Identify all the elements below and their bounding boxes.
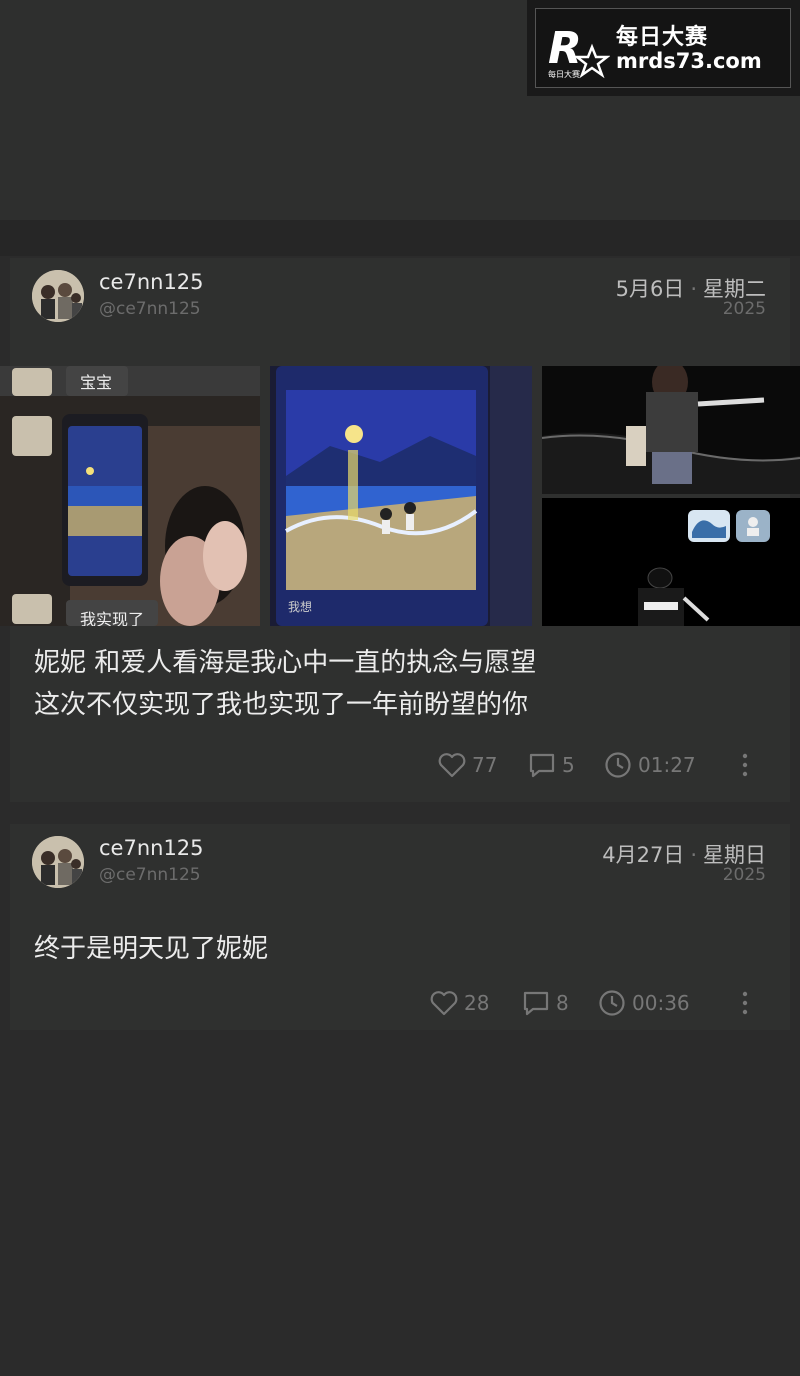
username[interactable]: ce7nn125 [99,836,204,860]
post-image-2[interactable]: 我想 [270,366,532,626]
date-text: 4月27日 [602,843,685,867]
username[interactable]: ce7nn125 [99,270,204,294]
watermark: R 每日大赛 每日大赛 mrds73.com [527,0,800,96]
more-options-button[interactable] [740,750,756,780]
time-display: 00:36 [598,988,690,1018]
post-actions: 28 8 00:36 [10,988,790,1018]
post-card[interactable]: ce7nn125 @ce7nn125 5月6日 · 星期二 2025 宝宝 我实… [0,258,800,802]
watermark-brand: 每日大赛 [616,25,709,50]
separator-dot: · [690,277,697,301]
date-text: 5月6日 [615,277,685,301]
post-text-line: 妮妮 和爱人看海是我心中一直的执念与愿望 [34,648,537,678]
comment-button[interactable]: 8 [522,988,569,1018]
avatar[interactable] [32,836,84,888]
separator-dot: · [690,843,697,867]
clock-icon [605,752,631,778]
svg-text:R: R [548,23,582,74]
comment-count: 5 [562,753,575,777]
avatar-photo-icon [32,270,84,322]
chat-bubble-2: 我实现了 [80,610,145,626]
comment-icon [523,991,549,1016]
section-divider [0,220,800,256]
post-year: 2025 [722,865,766,885]
post-year: 2025 [722,299,766,319]
avatar-photo-icon [32,836,84,888]
post-time: 00:36 [632,991,690,1015]
more-options-button[interactable] [740,988,756,1018]
post-image-3[interactable] [542,366,800,494]
post-image-4[interactable] [542,498,800,626]
like-count: 77 [472,753,498,777]
post-text-line: 这次不仅实现了我也实现了一年前盼望的你 [34,690,529,720]
heart-icon [430,991,458,1016]
like-count: 28 [464,991,490,1015]
more-vertical-icon [742,753,748,777]
post-text-line: 终于是明天见了妮妮 [34,934,269,964]
avatar[interactable] [32,270,84,322]
post-time: 01:27 [638,753,696,777]
weekday-text: 星期日 [703,843,766,867]
phone-beach-image [270,366,532,626]
watermark-url: mrds73.com [616,49,762,73]
more-vertical-icon [742,991,748,1015]
chat-screenshot-image [0,366,260,626]
night-portrait-photo [542,498,800,626]
comment-count: 8 [556,991,569,1015]
brand-logo-icon: R 每日大赛 [548,23,610,79]
post-card[interactable]: ce7nn125 @ce7nn125 4月27日 · 星期日 2025 终于是明天见… [10,824,790,1030]
clock-icon [599,990,625,1016]
time-display: 01:27 [604,750,696,780]
night-beach-photo [542,366,800,494]
user-handle: @ce7nn125 [99,865,201,885]
watermark-box: R 每日大赛 每日大赛 mrds73.com [535,8,791,88]
phone-caption: 我想 [288,600,313,614]
svg-text:每日大赛: 每日大赛 [548,69,580,79]
like-button[interactable]: 28 [430,988,489,1018]
comment-button[interactable]: 5 [528,750,575,780]
post-images: 宝宝 我实现了 我想 [0,366,800,626]
comment-icon [529,753,555,778]
post-image-1[interactable]: 宝宝 我实现了 [0,366,260,626]
user-handle: @ce7nn125 [99,299,201,319]
post-actions: 77 5 01:27 [10,750,790,780]
post-text: 妮妮 和爱人看海是我心中一直的执念与愿望 这次不仅实现了我也实现了一年前盼望的你 [34,642,536,726]
heart-icon [438,753,466,778]
post-text: 终于是明天见了妮妮 [34,928,268,970]
weekday-text: 星期二 [703,277,766,301]
like-button[interactable]: 77 [438,750,497,780]
chat-bubble-1: 宝宝 [80,373,113,392]
